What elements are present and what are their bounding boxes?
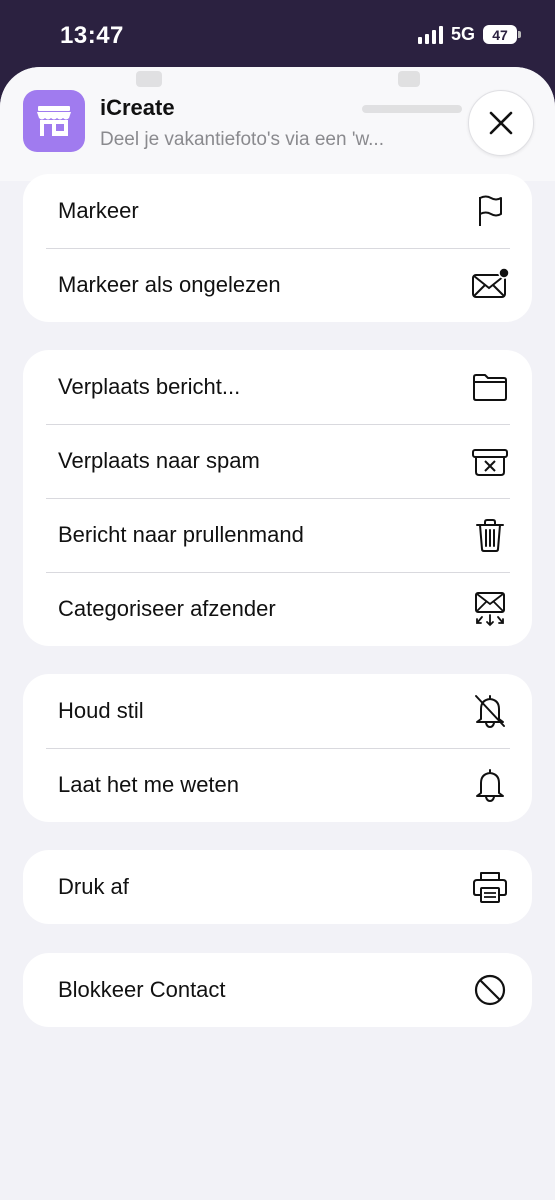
menu-item-label: Markeer bbox=[58, 198, 139, 223]
menu-item-verplaats-spam[interactable]: Verplaats naar spam bbox=[23, 424, 532, 498]
status-time: 13:47 bbox=[60, 22, 124, 49]
status-indicators: 5G 47 bbox=[417, 24, 521, 45]
menu-item-label: Houd stil bbox=[58, 698, 144, 723]
menu-group-print: Druk af bbox=[23, 850, 532, 924]
menu-item-prullenmand[interactable]: Bericht naar prullenmand bbox=[23, 498, 532, 572]
menu-item-label: Markeer als ongelezen bbox=[58, 272, 281, 297]
sheet-header: iCreate Deel je vakantiefoto's via een '… bbox=[0, 67, 555, 181]
app-icon bbox=[23, 90, 85, 152]
envelope-unread-icon bbox=[470, 265, 510, 305]
menu-item-label: Verplaats bericht... bbox=[58, 374, 241, 399]
menu-item-markeer[interactable]: Markeer bbox=[23, 174, 532, 248]
cellular-signal-icon bbox=[417, 25, 443, 44]
storefront-icon bbox=[37, 106, 71, 136]
menu-item-label: Verplaats naar spam bbox=[58, 448, 260, 473]
menu-item-categoriseer[interactable]: Categoriseer afzender bbox=[23, 572, 532, 646]
menu-item-verplaats-bericht[interactable]: Verplaats bericht... bbox=[23, 350, 532, 424]
junk-bin-icon bbox=[470, 441, 510, 481]
bell-slash-icon bbox=[470, 691, 510, 731]
menu-group-flag: Markeer Markeer als ongelezen bbox=[23, 174, 532, 322]
menu-group-move: Verplaats bericht... Verplaats naar spam… bbox=[23, 350, 532, 646]
menu-item-label: Laat het me weten bbox=[58, 772, 240, 797]
envelope-categorize-icon bbox=[470, 589, 510, 629]
menu-item-markeer-ongelezen[interactable]: Markeer als ongelezen bbox=[23, 248, 532, 322]
menu-item-blokkeer-contact[interactable]: Blokkeer Contact bbox=[23, 953, 532, 1027]
folder-icon bbox=[470, 367, 510, 407]
menu-group-notify: Houd stil Laat het me weten bbox=[23, 674, 532, 822]
menu-item-laat-weten[interactable]: Laat het me weten bbox=[23, 748, 532, 822]
menu-item-label: Blokkeer Contact bbox=[58, 977, 226, 1002]
battery-level: 47 bbox=[492, 26, 508, 43]
close-icon bbox=[489, 111, 513, 135]
close-button[interactable] bbox=[468, 90, 534, 156]
block-icon bbox=[470, 970, 510, 1010]
menu-item-label: Druk af bbox=[58, 874, 129, 899]
bell-icon bbox=[470, 765, 510, 805]
background-toolbar bbox=[0, 67, 555, 113]
message-subject: Deel je vakantiefoto's via een 'w... bbox=[100, 129, 384, 150]
flag-icon bbox=[470, 191, 510, 231]
menu-item-label: Bericht naar prullenmand bbox=[58, 522, 304, 547]
menu-item-druk-af[interactable]: Druk af bbox=[23, 850, 532, 924]
sender-name: iCreate bbox=[100, 95, 175, 120]
menu-item-label: Categoriseer afzender bbox=[58, 596, 276, 621]
trash-icon bbox=[470, 515, 510, 555]
battery-icon: 47 bbox=[483, 25, 521, 44]
action-sheet: iCreate Deel je vakantiefoto's via een '… bbox=[0, 67, 555, 1200]
menu-item-houd-stil[interactable]: Houd stil bbox=[23, 674, 532, 748]
menu-group-block: Blokkeer Contact bbox=[23, 953, 532, 1027]
printer-icon bbox=[470, 867, 510, 907]
network-type: 5G bbox=[450, 24, 475, 44]
status-bar: 13:47 5G 47 bbox=[0, 0, 555, 70]
